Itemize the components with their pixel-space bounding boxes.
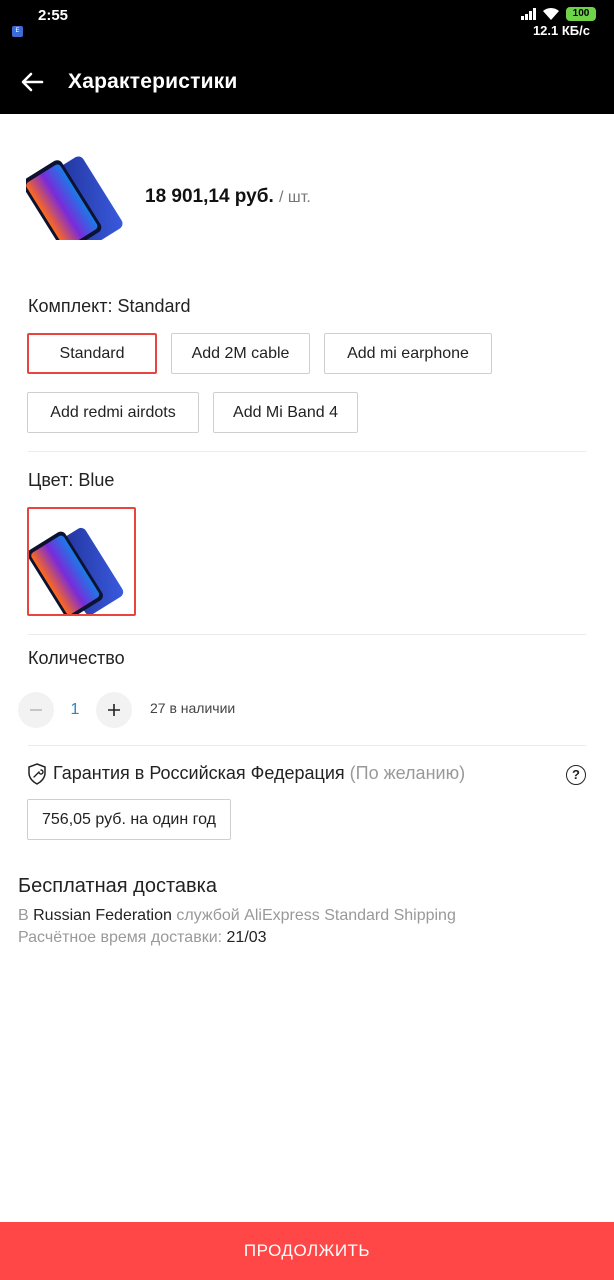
warranty-title: Гарантия в Российская Федерация [53, 763, 345, 783]
kit-option-2m-cable[interactable]: Add 2M cable [171, 333, 310, 374]
status-time: 2:55 [38, 7, 69, 24]
app-bar: Характеристики [0, 50, 614, 114]
delivery-eta: Расчётное время доставки: 21/03 [18, 929, 267, 947]
stock-count: 27 в наличии [150, 700, 236, 716]
battery-icon: 100 [566, 7, 596, 21]
back-arrow-icon[interactable] [18, 68, 46, 96]
color-option-blue[interactable] [27, 507, 136, 616]
divider [28, 745, 586, 746]
minus-icon [30, 709, 42, 711]
divider [28, 634, 586, 635]
delivery-country[interactable]: Russian Federation [33, 907, 172, 924]
quantity-label: Количество [28, 648, 125, 668]
warranty-title-line: Гарантия в Российская Федерация (По жела… [53, 763, 465, 784]
signal-icon [521, 8, 536, 20]
delivery-service: службой AliExpress Standard Shipping [176, 907, 456, 924]
kit-option-mi-earphone[interactable]: Add mi earphone [324, 333, 492, 374]
page-title: Характеристики [68, 70, 238, 93]
product-price-line: 18 901,14 руб. / шт. [145, 186, 311, 208]
plus-icon [108, 704, 120, 716]
quantity-increase-button[interactable] [96, 692, 132, 728]
kit-option-standard[interactable]: Standard [27, 333, 157, 374]
divider [28, 451, 586, 452]
kit-label: Комплект: Standard [28, 296, 191, 316]
quantity-value: 1 [70, 701, 80, 718]
color-label: Цвет: Blue [28, 470, 115, 490]
quantity-decrease-button[interactable] [18, 692, 54, 728]
delivery-title: Бесплатная доставка [18, 875, 217, 897]
delivery-eta-value: 21/03 [226, 929, 267, 946]
warranty-optional: (По желанию) [349, 763, 466, 783]
status-bar: 2:55 E 100 12.1 КБ/с [0, 0, 614, 50]
shield-wrench-icon [28, 763, 46, 785]
delivery-route: В Russian Federation службой AliExpress … [18, 907, 456, 925]
product-image [26, 156, 123, 240]
help-icon[interactable]: ? [566, 765, 586, 785]
status-icons: 100 [521, 7, 596, 21]
price-unit: / шт. [279, 189, 311, 206]
kit-option-redmi-airdots[interactable]: Add redmi airdots [27, 392, 199, 433]
warranty-option-one-year[interactable]: 756,05 руб. на один год [27, 799, 231, 840]
color-swatch-image [29, 527, 124, 614]
notification-app-icon: E [12, 26, 23, 37]
kit-option-mi-band-4[interactable]: Add Mi Band 4 [213, 392, 358, 433]
product-price: 18 901,14 руб. [145, 186, 274, 207]
delivery-eta-label: Расчётное время доставки: [18, 929, 223, 946]
continue-button[interactable]: ПРОДОЛЖИТЬ [0, 1222, 614, 1280]
delivery-prefix: В [18, 907, 29, 924]
wifi-icon [543, 7, 559, 20]
network-speed: 12.1 КБ/с [532, 23, 590, 38]
